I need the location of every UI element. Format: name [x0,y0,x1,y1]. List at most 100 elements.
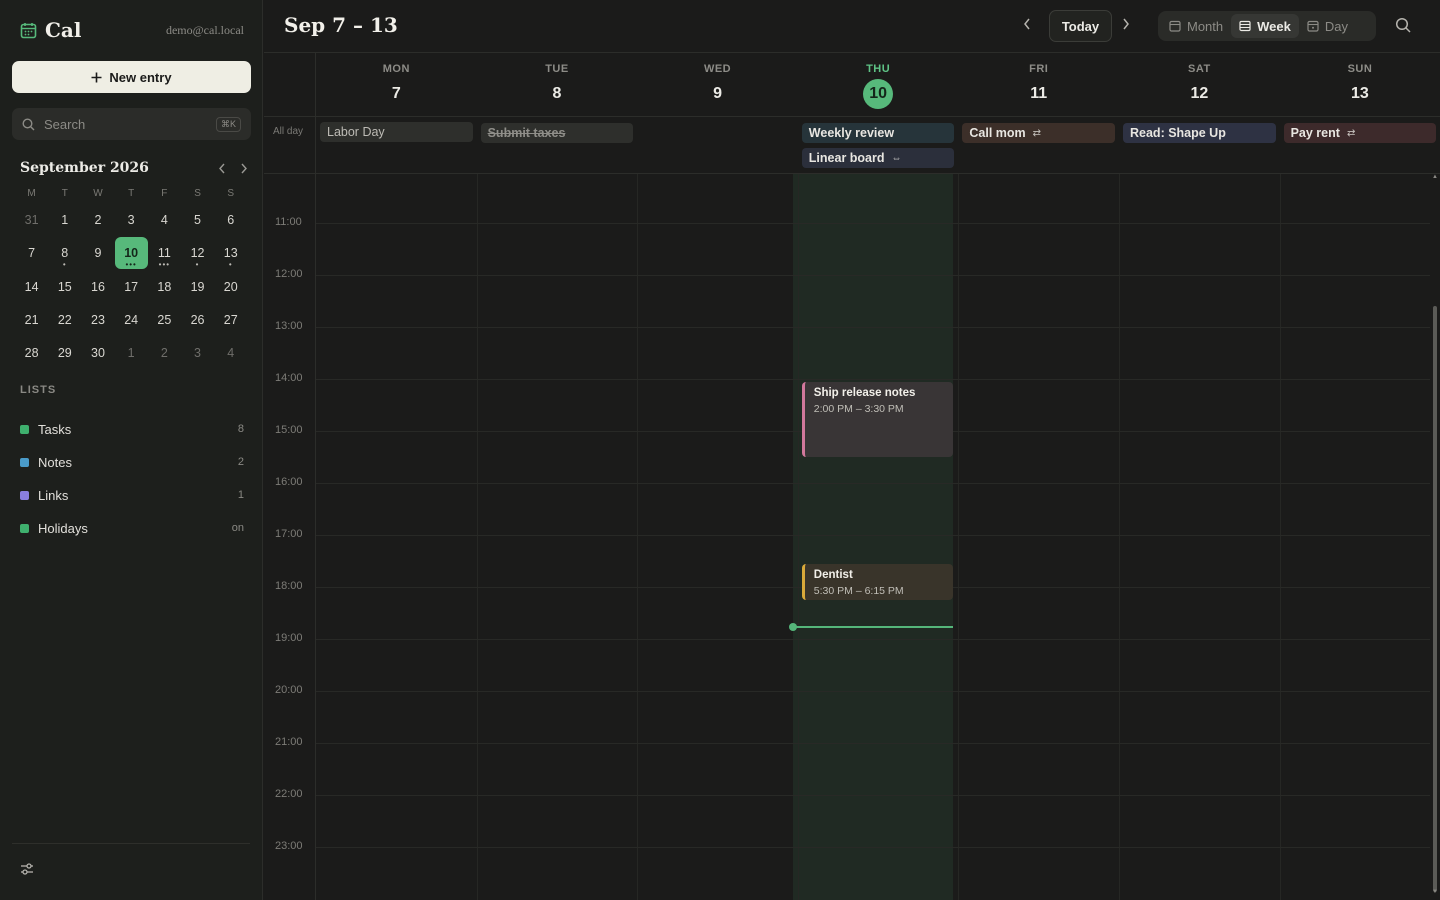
day-number: 13 [1280,83,1440,105]
mini-day[interactable]: 17 [115,271,148,304]
prev-week-chevron-left-icon[interactable] [1022,17,1032,31]
mini-day[interactable]: 13 • [214,237,247,270]
view-option-label: Month [1187,18,1224,34]
settings-sliders-icon[interactable] [20,862,34,876]
mini-day[interactable]: 1 [48,204,81,237]
event-time: 2:00 PM – 3:30 PM [813,403,904,415]
search-icon[interactable] [1395,17,1411,33]
mini-day[interactable]: 20 [214,271,247,304]
timed-event[interactable]: Dentist 5:30 PM – 6:15 PM [801,564,954,600]
mini-calendar-week: 31 1 2 3 4 5 6 [15,204,247,237]
mini-day[interactable]: 24 [115,304,148,337]
calendar-app: Cal demo@cal.local New entry Search ⌘K S… [0,0,1440,900]
mini-day[interactable]: 21 [15,304,48,337]
hour-label: 20:00 [275,684,303,696]
search-input[interactable]: Search ⌘K [12,108,251,140]
day-header-wed[interactable]: WED 9 [637,63,798,105]
mini-day[interactable]: 23 [81,304,114,337]
day-number-value: 11 [1030,85,1048,102]
mini-day[interactable]: 22 [48,304,81,337]
mini-day-number: 21 [24,312,39,327]
mini-day[interactable]: 31 [15,204,48,237]
mini-day[interactable]: 12 • [181,237,214,270]
day-header-sat[interactable]: SAT 12 [1119,63,1280,105]
mini-day[interactable]: 27 [214,304,247,337]
mini-day[interactable]: 7 [15,237,48,270]
all-day-event[interactable]: Linear board ⇔ [801,148,955,168]
hour-line [316,743,1430,744]
all-day-event[interactable]: Submit taxes [480,123,634,143]
day-header-sun[interactable]: SUN 13 [1280,63,1440,105]
scroll-down-arrow-icon[interactable]: ▼ [1432,889,1438,895]
mini-day[interactable]: 4 [214,337,247,370]
hour-label: 19:00 [275,632,303,644]
time-gutter-divider [315,53,316,900]
today-button[interactable]: Today [1049,10,1112,42]
all-day-label: All day [273,126,304,137]
hour-label: 23:00 [275,840,303,852]
mini-day[interactable]: 3 [181,337,214,370]
all-day-event[interactable]: Labor Day [320,122,473,142]
mini-day-number: 9 [94,246,102,261]
mini-day[interactable]: 5 [181,204,214,237]
view-switcher: Month Week Day [1158,11,1376,41]
mini-day[interactable]: 11 ••• [148,237,181,270]
day-header-thu[interactable]: THU 10 [798,63,959,109]
time-grid[interactable]: 11:00 12:00 13:00 14:00 15:00 16:00 17:00 18:00… [264,174,1440,900]
mini-day[interactable]: 2 [81,204,114,237]
all-day-event[interactable]: Call mom ⇄ [962,123,1115,143]
mini-day[interactable]: 3 [115,204,148,237]
mini-day-number: 1 [61,213,69,227]
lists-heading: LISTS [20,384,57,396]
mini-day-today[interactable]: 10 ••• [114,237,148,270]
user-email[interactable]: demo@cal.local [166,23,244,38]
mini-day[interactable]: 16 [81,271,114,304]
brand[interactable]: Cal [20,18,81,42]
mini-day-number: 24 [124,312,139,327]
mini-day[interactable]: 1 [115,337,148,370]
hour-label: 12:00 [275,268,303,280]
mini-day[interactable]: 9 [81,237,114,270]
mini-day[interactable]: 2 [148,337,181,370]
mini-next-month-chevron-right-icon[interactable] [240,163,248,174]
mini-day-number: 28 [24,346,39,361]
view-option-day[interactable]: Day [1299,14,1356,38]
day-header-fri[interactable]: FRI 11 [958,63,1119,105]
new-entry-button[interactable]: New entry [12,61,251,93]
all-day-event[interactable]: Read: Shape Up [1123,123,1276,143]
mini-day[interactable]: 19 [181,271,214,304]
day-column-divider [1279,174,1281,900]
list-item-holidays[interactable]: Holidays on [20,518,244,538]
list-item-notes[interactable]: Notes 2 [20,452,244,472]
hour-label: 13:00 [275,320,303,332]
mini-day[interactable]: 25 [148,304,181,337]
mini-day[interactable]: 4 [148,204,181,237]
view-option-month[interactable]: Month [1161,14,1231,38]
mini-day[interactable]: 28 [15,337,48,370]
list-item-links[interactable]: Links 1 [20,485,244,505]
scroll-up-arrow-icon[interactable]: ▲ [1432,174,1438,180]
mini-day[interactable]: 18 [148,271,181,304]
mini-day[interactable]: 8 • [48,237,81,270]
event-dots-indicator: ••• [125,259,137,269]
mini-day[interactable]: 15 [48,271,81,304]
mini-day-number: 15 [57,279,72,294]
all-day-event[interactable]: Weekly review [801,123,955,143]
timed-event[interactable]: Ship release notes 2:00 PM – 3:30 PM [801,382,954,457]
mini-day[interactable]: 14 [15,271,48,304]
mini-day[interactable]: 29 [48,337,81,370]
list-item-tasks[interactable]: Tasks 8 [20,419,244,439]
grid-scrollbar[interactable] [1433,306,1437,892]
mini-prev-month-chevron-left-icon[interactable] [218,163,226,174]
week-view-icon [1239,20,1251,32]
next-week-chevron-right-icon[interactable] [1121,17,1131,31]
mini-day[interactable]: 26 [181,304,214,337]
weekday-label: S [227,188,235,199]
day-header-tue[interactable]: TUE 8 [477,63,638,105]
view-option-week[interactable]: Week [1231,14,1299,38]
day-header-mon[interactable]: MON 7 [316,63,477,105]
list-name: Holidays [38,520,88,536]
all-day-event[interactable]: Pay rent ⇄ [1283,123,1437,143]
mini-day[interactable]: 30 [81,337,114,370]
mini-day[interactable]: 6 [214,204,247,237]
